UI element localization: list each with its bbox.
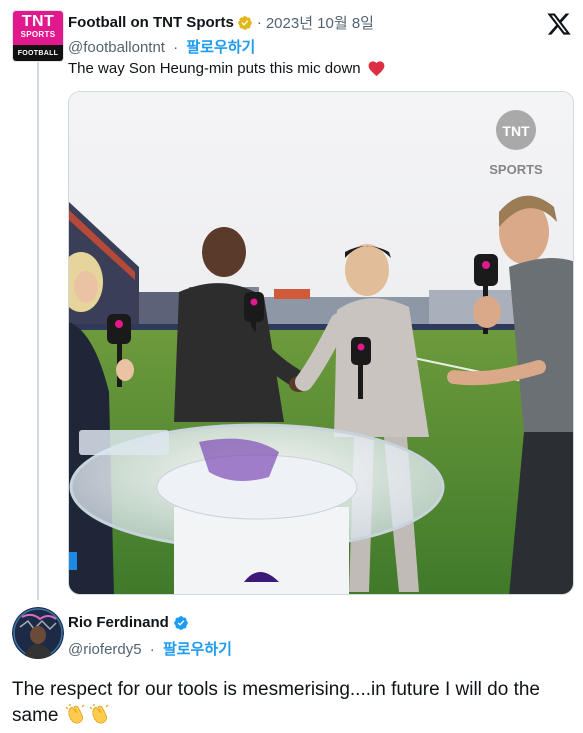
avatar-brand-bottom: FOOTBALL: [13, 45, 63, 61]
rio-ferdinand-avatar[interactable]: [12, 607, 64, 659]
x-logo-icon[interactable]: [546, 11, 572, 37]
avatar-brand-top: TNT: [21, 13, 55, 30]
reply-handle-row: @rioferdy5 · 팔로우하기: [68, 638, 232, 659]
clapping-hands-icon: [89, 704, 109, 724]
reply-handle[interactable]: @rioferdy5: [68, 641, 142, 658]
tnt-sports-avatar[interactable]: TNT SPORTS FOOTBALL: [12, 10, 64, 62]
header-separator: ·: [256, 14, 262, 31]
svg-text:TNT: TNT: [502, 123, 530, 139]
reply-tweet-body: The respect for our tools is mesmerising…: [12, 677, 572, 729]
reply-tweet-header: Rio Ferdinand: [68, 614, 189, 631]
tweet-video-media[interactable]: TNT SPORTS: [68, 91, 574, 595]
red-heart-icon: [368, 61, 385, 77]
quoted-tweet-header: Football on TNT Sports · 2023년 10월 8일: [68, 12, 374, 33]
avatar-brand-middle: SPORTS: [20, 30, 56, 39]
svg-text:SPORTS: SPORTS: [489, 162, 543, 177]
blue-verified-badge-icon[interactable]: [173, 615, 189, 631]
quoted-tweet-text-row: The way Son Heung-min puts this mic down: [68, 59, 386, 78]
reply-follow-button[interactable]: 팔로우하기: [163, 641, 232, 658]
thread-connector-line: [37, 60, 39, 600]
quoted-handle[interactable]: @footballontnt: [68, 39, 165, 56]
reply-handle-separator: ·: [149, 641, 155, 658]
handle-separator: ·: [173, 39, 179, 56]
quoted-tweet-text: The way Son Heung-min puts this mic down: [68, 60, 361, 77]
quoted-handle-row: @footballontnt · 팔로우하기: [68, 36, 255, 57]
follow-button[interactable]: 팔로우하기: [186, 39, 255, 56]
reply-display-name[interactable]: Rio Ferdinand: [68, 614, 169, 631]
quoted-display-name[interactable]: Football on TNT Sports: [68, 14, 234, 31]
clapping-hands-icon: [65, 704, 85, 724]
video-frame-image: TNT SPORTS: [69, 92, 573, 594]
tweet-date[interactable]: 2023년 10월 8일: [266, 12, 374, 33]
avatar-image: [12, 607, 64, 659]
gold-verified-badge-icon[interactable]: [237, 15, 253, 31]
